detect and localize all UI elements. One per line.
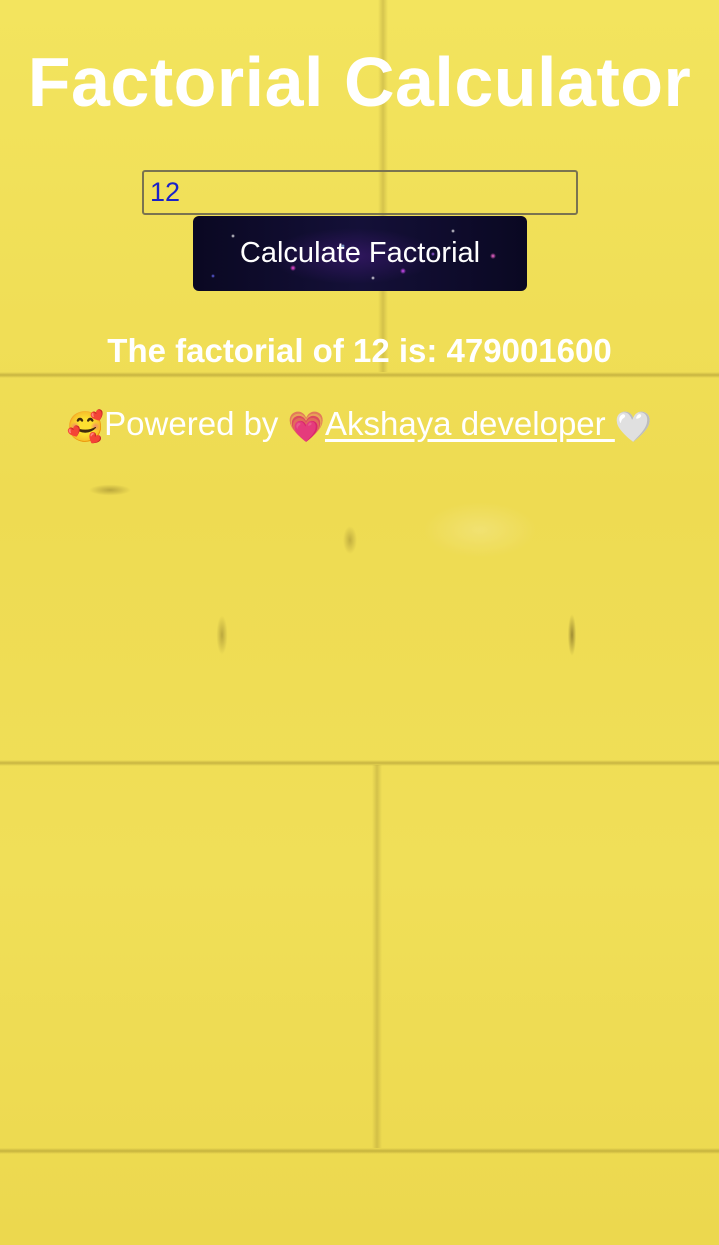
white-heart-emoji-icon: 🤍 bbox=[614, 411, 653, 444]
calculate-factorial-button[interactable]: Calculate Factorial bbox=[193, 216, 527, 291]
result-text: The factorial of 12 is: 479001600 bbox=[107, 332, 612, 369]
credit-line: 🥰Powered by 💗Akshaya developer 🤍 bbox=[0, 405, 719, 445]
mortar-line bbox=[0, 760, 719, 766]
credit-prefix: Powered by bbox=[104, 405, 288, 442]
number-input[interactable] bbox=[142, 170, 578, 215]
page-title: Factorial Calculator bbox=[27, 43, 692, 121]
developer-link[interactable]: 💗Akshaya developer 🤍 bbox=[287, 405, 653, 444]
developer-link-label: Akshaya developer bbox=[324, 405, 615, 442]
mortar-line bbox=[0, 372, 719, 378]
smiling-hearts-emoji-icon: 🥰 bbox=[66, 411, 105, 444]
mortar-line bbox=[372, 765, 382, 1148]
mortar-line bbox=[0, 1148, 719, 1154]
pink-heart-emoji-icon: 💗 bbox=[287, 411, 325, 444]
